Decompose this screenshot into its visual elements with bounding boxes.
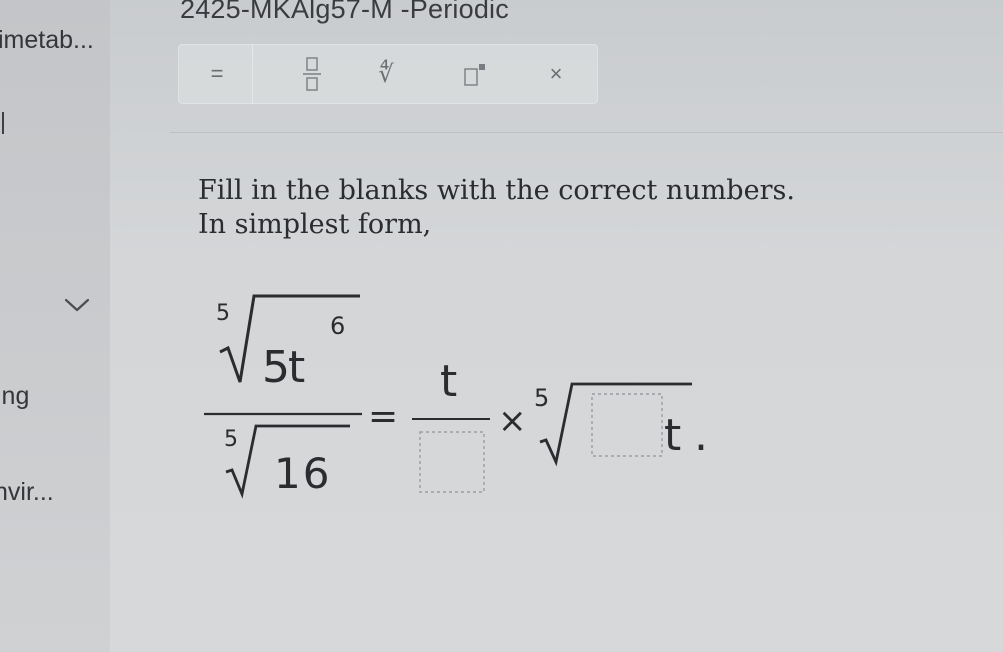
- denominator-root-index: 5: [224, 427, 238, 452]
- divider: [170, 132, 1003, 133]
- instruction-text: Fill in the blanks with the correct numb…: [198, 174, 795, 242]
- superscript-icon: [464, 64, 485, 86]
- sidebar: imetab... ing nvir...: [0, 0, 110, 652]
- equals-sign: =: [368, 396, 398, 437]
- fraction-icon: [303, 57, 321, 91]
- fraction-button[interactable]: [274, 44, 350, 104]
- sidebar-item-label[interactable]: imetab...: [0, 26, 94, 55]
- math-toolbar: = ∜ ×: [178, 44, 598, 104]
- rhs-radicand-variable: t: [664, 410, 681, 461]
- page-title: 2425-MKAlg57-M -Periodic: [180, 0, 509, 24]
- rhs-root-index: 5: [534, 384, 549, 412]
- math-expression: 5 5 t 6 5 16 = t × 5 t .: [200, 284, 720, 504]
- instruction-line-1: Fill in the blanks with the correct numb…: [198, 175, 795, 206]
- denominator-radicand: 16: [274, 449, 331, 498]
- numerator-coefficient: 5: [262, 342, 290, 393]
- equals-icon: =: [210, 61, 224, 86]
- sidebar-item-label[interactable]: nvir...: [0, 478, 54, 507]
- rhs-denominator-blank-input[interactable]: [419, 431, 485, 493]
- sidebar-marker: [2, 112, 4, 134]
- superscript-button[interactable]: [436, 44, 512, 104]
- nth-root-icon: ∜: [378, 60, 394, 88]
- expression-svg: 5 5 t 6 5 16 = t × 5 t .: [204, 294, 708, 499]
- numerator-variable: t: [288, 342, 305, 393]
- period: .: [694, 410, 708, 461]
- equals-button[interactable]: =: [182, 44, 253, 104]
- numerator-root-index: 5: [216, 301, 230, 326]
- instruction-line-2: In simplest form,: [198, 209, 432, 240]
- chevron-down-icon[interactable]: [64, 298, 90, 312]
- rhs-radicand-blank-input[interactable]: [591, 393, 663, 457]
- nth-root-button[interactable]: ∜: [348, 44, 424, 104]
- sidebar-item-label[interactable]: ing: [0, 382, 29, 411]
- times-sign: ×: [498, 401, 527, 441]
- times-button[interactable]: ×: [514, 44, 598, 104]
- times-icon: ×: [549, 61, 563, 86]
- rhs-fraction-numerator: t: [440, 356, 457, 407]
- numerator-exponent: 6: [330, 312, 345, 340]
